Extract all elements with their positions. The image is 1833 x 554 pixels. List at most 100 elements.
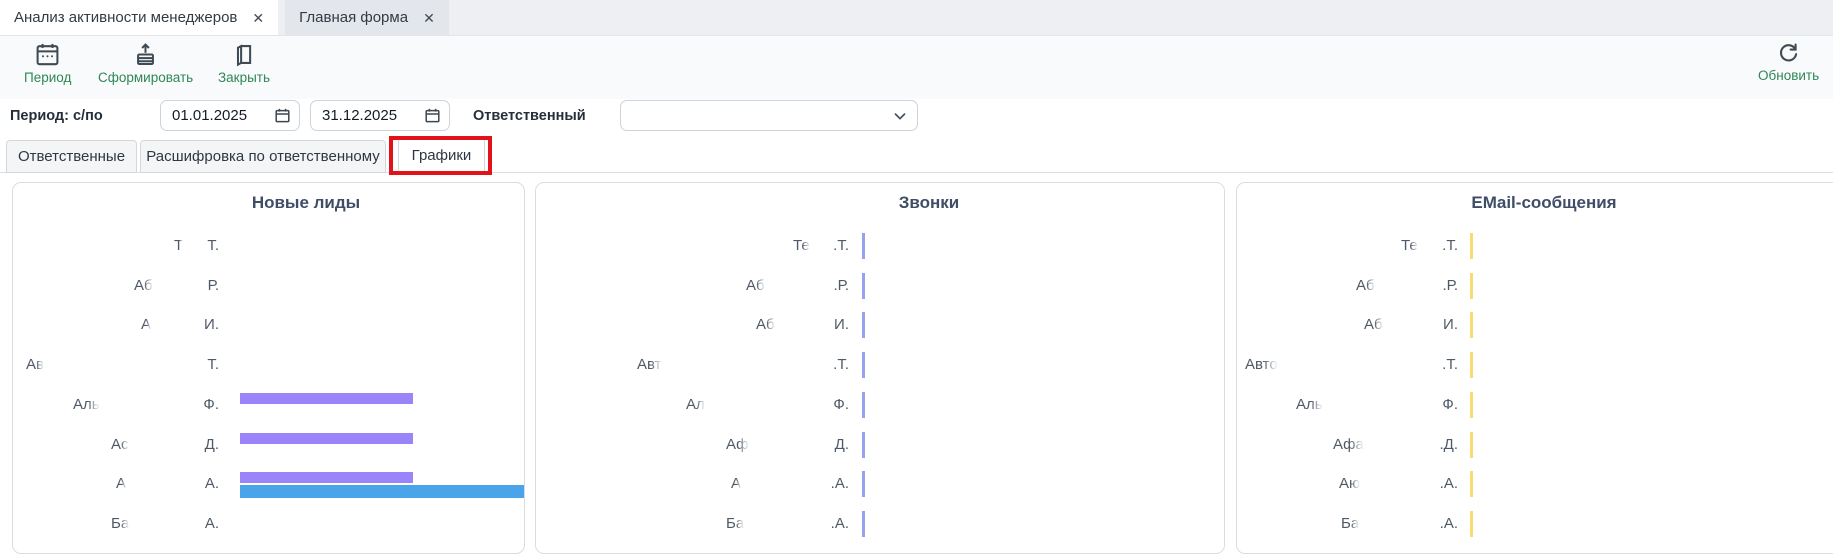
category-label-fragment: Аб <box>1364 315 1383 335</box>
bar-purple <box>240 433 413 444</box>
chart-title: Звонки <box>899 193 960 213</box>
window-tab-main-form[interactable]: Главная форма ✕ <box>285 0 449 35</box>
date-picker-icon[interactable] <box>424 107 441 124</box>
category-label-fragment: Аб <box>1356 276 1375 296</box>
category-label-fragment: Аб <box>746 276 765 296</box>
highlight-annotation-box <box>389 136 492 175</box>
category-label-fragment: Те <box>793 236 810 256</box>
category-label-fragment: Т <box>174 236 183 256</box>
category-label-fragment: Ба <box>111 514 129 534</box>
category-initials: .Т. <box>793 355 849 375</box>
date-from-input[interactable]: 01.01.2025 <box>160 100 300 131</box>
category-initials: .Т. <box>1402 355 1458 375</box>
generate-button-label: Сформировать <box>98 70 193 85</box>
chart-panel-3: EMail-сообщенияТе.Т.Аб.Р.АбИ.Авто.Т.АльФ… <box>1236 182 1833 554</box>
category-initials: .Д. <box>1402 435 1458 455</box>
responsible-label: Ответственный <box>473 108 586 124</box>
refresh-button[interactable]: Обновить <box>1758 41 1819 83</box>
tick-bar-emails <box>1470 312 1473 338</box>
tick-bar-calls <box>862 312 865 338</box>
tick-bar-calls <box>862 233 865 259</box>
category-label-fragment: Аю <box>1339 474 1360 494</box>
category-label-fragment: А <box>116 474 126 494</box>
category-initials: .А. <box>793 474 849 494</box>
period-button[interactable]: Период <box>24 41 71 85</box>
tick-bar-emails <box>1470 432 1473 458</box>
category-initials: И. <box>1402 315 1458 335</box>
category-label-fragment: Авто <box>1245 355 1278 375</box>
date-from-value: 01.01.2025 <box>161 107 274 124</box>
window-tab-strip: Анализ активности менеджеров ✕ Главная ф… <box>0 0 1833 36</box>
tab-label: Расшифровка по ответственному <box>146 148 379 165</box>
tick-bar-emails <box>1470 392 1473 418</box>
generate-button[interactable]: Сформировать <box>98 41 193 85</box>
bar-blue <box>240 485 525 498</box>
category-initials: Д. <box>163 435 219 455</box>
bar-purple <box>240 472 413 483</box>
refresh-icon <box>1776 41 1801 66</box>
window-tab-analysis[interactable]: Анализ активности менеджеров ✕ <box>0 0 278 35</box>
category-label-fragment: Ба <box>726 514 744 534</box>
category-initials: Д. <box>793 435 849 455</box>
category-label-fragment: Аф <box>726 435 749 455</box>
category-initials: Т. <box>163 355 219 375</box>
category-initials: .Р. <box>1402 276 1458 296</box>
close-form-button[interactable]: Закрыть <box>218 41 270 85</box>
tick-bar-calls <box>862 352 865 378</box>
tab-label: Ответственные <box>18 148 125 165</box>
category-label-fragment: Ба <box>1341 514 1359 534</box>
category-initials: .Т. <box>1402 236 1458 256</box>
window-tab-label: Анализ активности менеджеров <box>14 9 237 26</box>
chart-panel-1: Новые лидыТТ.АбР.АИ.АвТ.АльФ.АсД.АА.БаА. <box>12 182 525 554</box>
date-picker-icon[interactable] <box>274 107 291 124</box>
close-tab-icon[interactable]: ✕ <box>252 11 264 25</box>
period-range-label: Период: с/по <box>10 108 103 124</box>
tick-bar-emails <box>1470 471 1473 497</box>
tick-bar-calls <box>862 392 865 418</box>
chart-title: EMail-сообщения <box>1471 193 1616 213</box>
category-initials: .Р. <box>793 276 849 296</box>
category-label-fragment: Авт <box>637 355 662 375</box>
close-tab-icon[interactable]: ✕ <box>423 11 435 25</box>
calendar-icon <box>34 41 61 68</box>
refresh-button-label: Обновить <box>1758 68 1819 83</box>
category-initials: .Т. <box>793 236 849 256</box>
tick-bar-calls <box>862 511 865 537</box>
responsible-select[interactable] <box>620 100 918 131</box>
tick-bar-emails <box>1470 511 1473 537</box>
date-to-input[interactable]: 31.12.2025 <box>310 100 450 131</box>
category-initials: И. <box>163 315 219 335</box>
bar-purple <box>240 393 413 404</box>
close-button-label: Закрыть <box>218 70 270 85</box>
door-icon <box>231 41 258 68</box>
category-label-fragment: Аб <box>134 276 153 296</box>
category-label-fragment: А <box>731 474 741 494</box>
tick-bar-calls <box>862 432 865 458</box>
category-initials: .А. <box>1402 514 1458 534</box>
tick-bar-calls <box>862 273 865 299</box>
generate-report-icon <box>132 41 159 68</box>
category-label-fragment: Ал <box>686 395 705 415</box>
tick-bar-emails <box>1470 233 1473 259</box>
category-initials: .А. <box>793 514 849 534</box>
tick-bar-emails <box>1470 352 1473 378</box>
tab-responsibles[interactable]: Ответственные <box>6 140 137 173</box>
filter-row: Период: с/по 01.01.2025 31.12.2025 Ответ… <box>0 99 1833 135</box>
category-initials: И. <box>793 315 849 335</box>
chart-panel-2: ЗвонкиТе.Т.Аб.Р.АбИ.Авт.Т.АлФ.АфД.А.А.Ба… <box>535 182 1225 554</box>
category-label-fragment: Афа <box>1333 435 1364 455</box>
period-button-label: Период <box>24 70 71 85</box>
category-label-fragment: Аб <box>756 315 775 335</box>
category-label-fragment: А <box>141 315 151 335</box>
tab-breakdown-by-responsible[interactable]: Расшифровка по ответственному <box>140 140 386 173</box>
date-to-value: 31.12.2025 <box>311 107 424 124</box>
category-initials: Ф. <box>1402 395 1458 415</box>
category-initials: Р. <box>163 276 219 296</box>
category-initials: А. <box>163 514 219 534</box>
category-label-fragment: Аль <box>1296 395 1323 415</box>
chevron-down-icon <box>891 107 909 125</box>
category-initials: Т. <box>163 236 219 256</box>
chart-title: Новые лиды <box>252 193 360 213</box>
category-label-fragment: Те <box>1401 236 1418 256</box>
window-tab-label: Главная форма <box>299 9 408 26</box>
